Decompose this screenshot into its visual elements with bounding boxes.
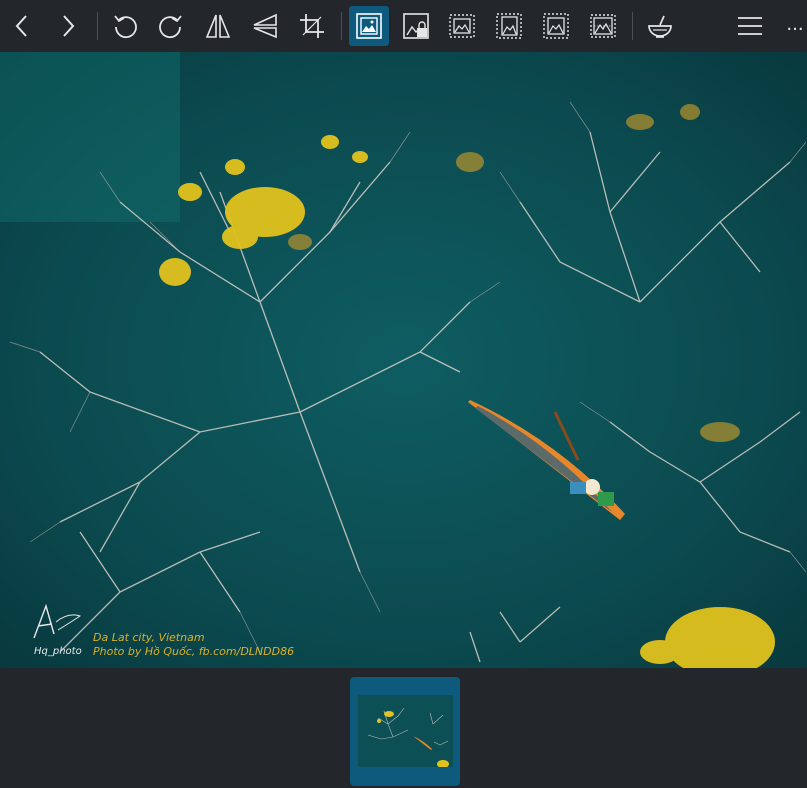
zoom-mode-4-button[interactable] (583, 6, 623, 46)
toolbar-separator (632, 12, 633, 40)
chevron-left-icon (15, 15, 27, 37)
fit-to-window-button[interactable] (349, 6, 389, 46)
chevron-right-icon (63, 15, 75, 37)
image-dashed-icon (449, 14, 475, 38)
rotate-right-button[interactable] (151, 6, 191, 46)
rotate-cw-icon (159, 15, 182, 39)
image-fit-icon (356, 13, 382, 39)
image-dashed-icon (590, 14, 616, 38)
rotate-left-button[interactable] (105, 6, 145, 46)
crop-button[interactable] (292, 6, 332, 46)
toolbar-separator (97, 12, 98, 40)
menu-button[interactable] (730, 6, 770, 46)
thumbnail-strip (0, 668, 807, 788)
rotate-ccw-icon (114, 15, 137, 39)
crop-icon (300, 14, 324, 38)
thumbnail-selected[interactable] (350, 677, 460, 786)
photo-caption: Da Lat city, Vietnam Photo by Hồ Quốc, f… (93, 631, 294, 659)
flip-vertical-icon (253, 13, 277, 39)
zoom-mode-1-button[interactable] (442, 6, 482, 46)
zoom-mode-2-button[interactable] (489, 6, 529, 46)
image-lock-icon (403, 13, 429, 39)
image-dashed-icon (543, 13, 569, 39)
caption-location: Da Lat city, Vietnam (93, 631, 205, 644)
hamburger-icon (738, 17, 762, 35)
flip-horizontal-icon (205, 14, 231, 38)
photographer-signature-logo: Hq_photo (33, 603, 82, 657)
lock-zoom-button[interactable] (396, 6, 436, 46)
caption-credit: Photo by Hồ Quốc, fb.com/DLNDD86 (93, 645, 295, 658)
photo (0, 52, 807, 668)
more-options-button[interactable]: ... (784, 10, 806, 40)
toolbar-separator (341, 12, 342, 40)
toolbar: ... (0, 0, 807, 52)
previous-button[interactable] (2, 6, 42, 46)
bowl-icon (648, 15, 672, 38)
flip-vertical-button[interactable] (245, 6, 285, 46)
zoom-mode-3-button[interactable] (536, 6, 576, 46)
svg-text:Hq_photo: Hq_photo (34, 646, 82, 657)
clean-button[interactable] (640, 6, 680, 46)
image-viewer[interactable]: Hq_photo Da Lat city, Vietnam Photo by H… (0, 52, 807, 668)
thumbnail-image (358, 695, 453, 767)
image-dashed-icon (496, 13, 522, 39)
flip-horizontal-button[interactable] (198, 6, 238, 46)
next-button[interactable] (48, 6, 88, 46)
